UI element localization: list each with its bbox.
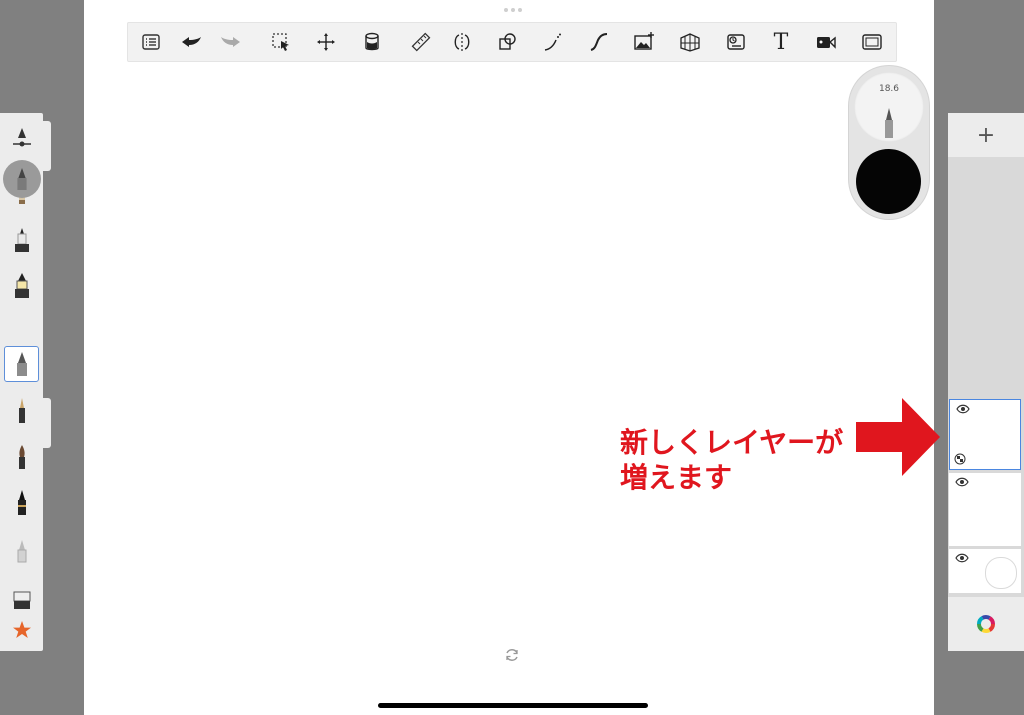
steady-stroke-icon[interactable] — [541, 30, 565, 54]
size-slider-icon[interactable] — [4, 119, 39, 155]
color-swatch[interactable] — [856, 149, 921, 214]
top-toolbar: T — [127, 22, 897, 62]
flipbook-icon[interactable] — [724, 30, 748, 54]
perspective-icon[interactable] — [678, 30, 702, 54]
symmetry-icon[interactable] — [450, 30, 474, 54]
add-layer-button[interactable]: + — [948, 113, 1024, 157]
favorites-star-icon[interactable] — [4, 613, 39, 647]
eye-icon[interactable] — [956, 404, 970, 414]
current-brush-icon — [885, 108, 893, 138]
fullscreen-icon[interactable] — [860, 30, 884, 54]
eye-icon[interactable] — [955, 553, 969, 563]
marker-icon[interactable] — [4, 268, 39, 304]
watercolor-brush-icon[interactable] — [4, 439, 39, 475]
redo-icon[interactable] — [219, 30, 243, 54]
layer-middle[interactable] — [949, 473, 1021, 546]
layer-new[interactable] — [949, 399, 1021, 470]
eye-icon[interactable] — [955, 477, 969, 487]
text-icon[interactable]: T — [769, 30, 793, 55]
selected-brush-icon[interactable] — [4, 346, 39, 382]
ruler-icon[interactable] — [409, 30, 433, 54]
color-wheel-icon — [977, 615, 995, 633]
undo-icon[interactable] — [179, 30, 203, 54]
image-icon[interactable] — [632, 30, 656, 54]
layer-background[interactable] — [949, 549, 1021, 593]
ballpoint-icon[interactable] — [4, 223, 39, 259]
shapes-icon[interactable] — [496, 30, 520, 54]
transform-icon[interactable] — [314, 30, 338, 54]
calligraphy-icon[interactable] — [4, 393, 39, 429]
eraser-icon[interactable] — [4, 533, 39, 569]
palette-tab-top[interactable] — [43, 121, 51, 171]
brush-puck[interactable]: 18.6 — [849, 66, 929, 219]
stroke-icon[interactable] — [587, 30, 611, 54]
color-editor-button[interactable] — [948, 597, 1024, 651]
annotation-text: 新しくレイヤーが 増えます — [620, 426, 844, 494]
record-icon[interactable] — [814, 30, 838, 54]
brush-size-value: 18.6 — [878, 84, 900, 94]
layers-panel: + — [948, 113, 1024, 651]
layer-options-icon[interactable] — [954, 453, 966, 465]
smudge-icon[interactable] — [4, 581, 39, 617]
background-color-swatch[interactable] — [985, 557, 1017, 589]
brush-size-control[interactable]: 18.6 — [854, 72, 924, 142]
airbrush-icon[interactable] — [3, 160, 41, 198]
rotate-icon[interactable] — [504, 647, 520, 663]
drawing-canvas[interactable] — [84, 0, 934, 715]
palette-tab-bottom[interactable] — [43, 398, 51, 448]
annotation-arrow-icon — [856, 398, 940, 476]
selection-icon[interactable] — [269, 30, 293, 54]
toolbar-grip[interactable] — [504, 8, 522, 12]
list-icon[interactable] — [139, 30, 163, 54]
home-indicator[interactable] — [378, 703, 648, 708]
fill-icon[interactable] — [360, 30, 384, 54]
ink-pen-icon[interactable] — [4, 485, 39, 521]
